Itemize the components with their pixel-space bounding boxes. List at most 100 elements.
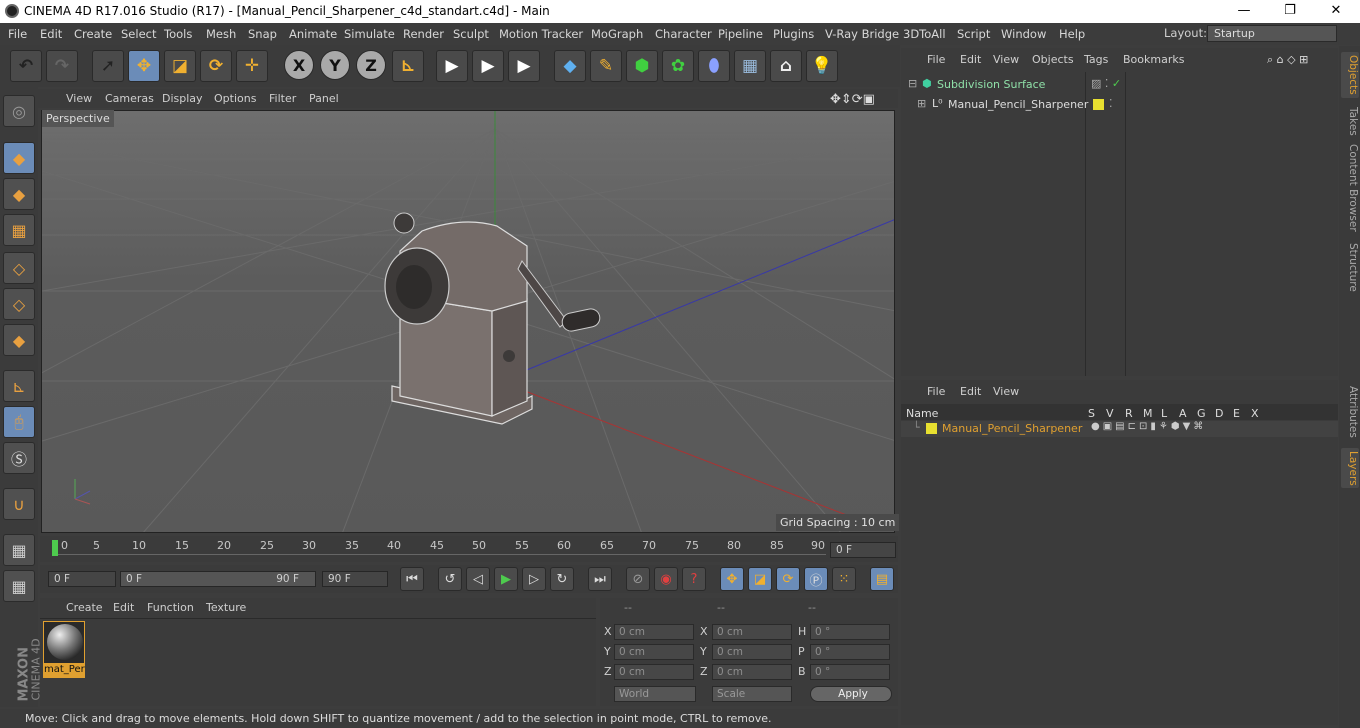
menu-animate[interactable]: Animate: [289, 27, 337, 41]
deformer-icon[interactable]: ⬮: [698, 50, 730, 82]
timeline-window-icon[interactable]: ▤: [870, 567, 894, 591]
menu-render[interactable]: Render: [403, 27, 444, 41]
start-frame-field[interactable]: 0 F: [48, 571, 116, 587]
layer-menu-edit[interactable]: Edit: [960, 385, 981, 398]
material-menu-edit[interactable]: Edit: [113, 601, 134, 614]
snapping-icon[interactable]: Ⓢ: [3, 442, 35, 474]
3d-viewport[interactable]: [41, 110, 895, 533]
z-axis-lock-button[interactable]: Z: [356, 50, 386, 80]
render-picture-viewer-icon[interactable]: ▶: [472, 50, 504, 82]
light-icon[interactable]: 💡: [806, 50, 838, 82]
tab-content-browser[interactable]: Content Browser: [1341, 144, 1359, 232]
current-frame-field[interactable]: 0 F: [830, 542, 896, 558]
tab-takes[interactable]: Takes: [1341, 104, 1359, 138]
object-row[interactable]: ⊞ L⁰ Manual_Pencil_Sharpener ⁚: [905, 96, 1338, 114]
next-key-icon[interactable]: ↻: [550, 567, 574, 591]
layout-select[interactable]: Startup: [1207, 25, 1337, 42]
object-menu-bookmarks[interactable]: Bookmarks: [1123, 53, 1184, 66]
visibility-dots-icon[interactable]: ⁚: [1109, 97, 1113, 110]
size-z-field[interactable]: 0 cm: [712, 664, 792, 680]
layer-menu-file[interactable]: File: [927, 385, 945, 398]
live-select-icon[interactable]: ➚: [92, 50, 124, 82]
menu-create[interactable]: Create: [74, 27, 112, 41]
maximize-button[interactable]: ❐: [1267, 0, 1313, 23]
record-keys-icon[interactable]: ⊘: [626, 567, 650, 591]
viewport-menu-filter[interactable]: Filter: [269, 92, 296, 105]
locked-workplane-icon[interactable]: ▦: [3, 570, 35, 602]
magnet-icon[interactable]: ∪: [3, 488, 35, 520]
polygons-mode-icon[interactable]: ◆: [3, 324, 35, 356]
render-settings-icon[interactable]: ▶: [508, 50, 540, 82]
menu-file[interactable]: File: [8, 27, 27, 41]
recent-tool-icon[interactable]: ✛: [236, 50, 268, 82]
menu-plugins[interactable]: Plugins: [773, 27, 814, 41]
size-y-field[interactable]: 0 cm: [712, 644, 792, 660]
key-pla-icon[interactable]: ⁙: [832, 567, 856, 591]
pos-x-field[interactable]: 0 cm: [614, 624, 694, 640]
object-row[interactable]: ⊟ ⬢ Subdivision Surface ▨ ⁚ ✓: [905, 76, 1338, 94]
apply-button[interactable]: Apply: [810, 686, 892, 702]
menu-window[interactable]: Window: [1001, 27, 1046, 41]
workplane-mode-icon[interactable]: ▦: [3, 214, 35, 246]
keyframe-selection-icon[interactable]: ?: [682, 567, 706, 591]
pen-spline-icon[interactable]: ✎: [590, 50, 622, 82]
layer-name[interactable]: Manual_Pencil_Sharpener: [942, 422, 1082, 435]
viewport-menu-cameras[interactable]: Cameras: [105, 92, 154, 105]
material-menu-create[interactable]: Create: [66, 601, 103, 614]
rotate-icon[interactable]: ⟳: [200, 50, 232, 82]
menu-help[interactable]: Help: [1059, 27, 1085, 41]
expand-icon[interactable]: ⊞: [917, 97, 926, 110]
object-name[interactable]: Manual_Pencil_Sharpener: [948, 98, 1088, 111]
previous-frame-icon[interactable]: ◁: [466, 567, 490, 591]
menu-select[interactable]: Select: [121, 27, 156, 41]
previous-key-icon[interactable]: ↺: [438, 567, 462, 591]
layer-menu-view[interactable]: View: [993, 385, 1019, 398]
key-scale-icon[interactable]: ◪: [748, 567, 772, 591]
menu-motion-tracker[interactable]: Motion Tracker: [499, 27, 583, 41]
menu-snap[interactable]: Snap: [248, 27, 277, 41]
autokey-icon[interactable]: ◉: [654, 567, 678, 591]
play-icon[interactable]: ▶: [494, 567, 518, 591]
tab-objects[interactable]: Objects: [1341, 52, 1359, 98]
coord-system-select[interactable]: World: [614, 686, 696, 702]
axis-mode-icon[interactable]: ⊾: [3, 370, 35, 402]
tab-attributes[interactable]: Attributes: [1341, 383, 1359, 441]
timeline-playhead[interactable]: [52, 540, 58, 556]
viewport-nav-icons[interactable]: ✥⇕⟳▣: [830, 92, 875, 107]
floor-icon[interactable]: ▦: [734, 50, 766, 82]
points-mode-icon[interactable]: ◇: [3, 252, 35, 284]
viewport-menu-options[interactable]: Options: [214, 92, 256, 105]
x-axis-lock-button[interactable]: X: [284, 50, 314, 80]
rot-b-field[interactable]: 0 °: [810, 664, 890, 680]
object-menu-edit[interactable]: Edit: [960, 53, 981, 66]
tab-structure[interactable]: Structure: [1341, 241, 1359, 293]
layer-row[interactable]: └ Manual_Pencil_Sharpener ●▣▤⊏⊡▮⚘⬢▼⌘: [901, 421, 1338, 437]
timeline-ruler[interactable]: 0 5 10 15 20 25 30 35 40 45 50 55 60 65 …: [40, 536, 898, 562]
edges-mode-icon[interactable]: ◇: [3, 288, 35, 320]
frame-range-slider[interactable]: 0 F 90 F: [120, 571, 316, 587]
cube-icon[interactable]: ◆: [554, 50, 586, 82]
material-menu-function[interactable]: Function: [147, 601, 194, 614]
undo-icon[interactable]: ↶: [10, 50, 42, 82]
viewport-menu-view[interactable]: View: [66, 92, 92, 105]
viewport-menu-panel[interactable]: Panel: [309, 92, 339, 105]
pos-z-field[interactable]: 0 cm: [614, 664, 694, 680]
y-axis-lock-button[interactable]: Y: [320, 50, 350, 80]
material-menu-texture[interactable]: Texture: [206, 601, 246, 614]
coordinate-system-icon[interactable]: ⊾: [392, 50, 424, 82]
menu-character[interactable]: Character: [655, 27, 712, 41]
menu-pipeline[interactable]: Pipeline: [718, 27, 763, 41]
material-swatch[interactable]: mat_Per: [43, 621, 85, 678]
go-to-start-icon[interactable]: ⏮: [400, 567, 424, 591]
size-x-field[interactable]: 0 cm: [712, 624, 792, 640]
viewport-menu-display[interactable]: Display: [162, 92, 203, 105]
menu-sculpt[interactable]: Sculpt: [453, 27, 489, 41]
workplane-icon[interactable]: ▦: [3, 534, 35, 566]
object-menu-view[interactable]: View: [993, 53, 1019, 66]
redo-icon[interactable]: ↷: [46, 50, 78, 82]
layer-flags-icons[interactable]: ●▣▤⊏⊡▮⚘⬢▼⌘: [1091, 421, 1206, 432]
minimize-button[interactable]: —: [1221, 0, 1267, 23]
render-view-icon[interactable]: ▶: [436, 50, 468, 82]
menu-3dtoall[interactable]: 3DToAll: [903, 27, 946, 41]
menu-mesh[interactable]: Mesh: [206, 27, 236, 41]
